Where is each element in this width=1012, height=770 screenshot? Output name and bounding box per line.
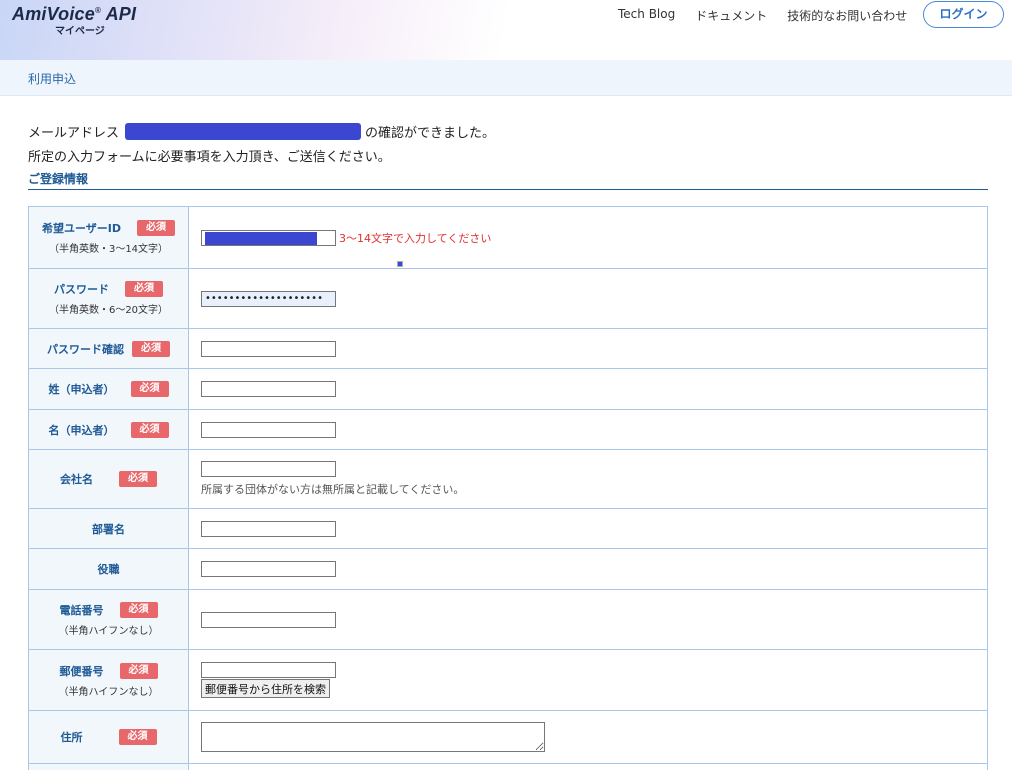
address-textarea[interactable] <box>201 722 545 752</box>
validation-marker <box>397 261 403 267</box>
phone-note: （半角ハイフンなし） <box>58 626 159 637</box>
postal-label: 郵便番号 <box>59 664 104 678</box>
password-confirm-label: パスワード確認 <box>47 342 124 356</box>
top-nav: Tech Blog ドキュメント 技術的なお問い合わせ <box>618 7 927 24</box>
postal-note: （半角ハイフンなし） <box>58 686 159 698</box>
nav-tech-contact[interactable]: 技術的なお問い合わせ <box>787 7 907 24</box>
row-first-name: 名（申込者） 必須 <box>29 410 987 450</box>
row-address: 住所 必須 <box>29 711 987 764</box>
row-password-confirm: パスワード確認 必須 <box>29 329 987 369</box>
password-confirm-input[interactable] <box>201 340 336 357</box>
required-badge: 必須 <box>119 602 158 618</box>
first-name-input[interactable] <box>201 421 336 438</box>
registration-form: 希望ユーザーID 必須 （半角英数・3〜14文字） 3〜14文字で入力してください… <box>28 206 988 770</box>
phone-input[interactable] <box>201 611 336 628</box>
user-id-error: 3〜14文字で入力してください <box>339 232 492 245</box>
company-input[interactable] <box>201 461 336 477</box>
first-name-label: 名（申込者） <box>48 423 115 437</box>
required-badge: 必須 <box>137 220 175 236</box>
row-last-name: 姓（申込者） 必須 <box>29 369 987 410</box>
password-note: （半角英数・6〜20文字） <box>48 305 169 316</box>
login-button[interactable]: ログイン <box>923 1 1004 28</box>
position-label: 役職 <box>97 563 120 576</box>
row-phone: 電話番号 必須 （半角ハイフンなし） <box>29 590 987 650</box>
redacted-email <box>125 123 362 140</box>
nav-documents[interactable]: ドキュメント <box>695 7 767 24</box>
required-badge: 必須 <box>125 281 163 297</box>
logo-subtitle: マイページ <box>55 26 105 37</box>
user-id-label: 希望ユーザーID <box>41 222 121 235</box>
nav-tech-blog[interactable]: Tech Blog <box>618 7 675 24</box>
form-instruction: 所定の入力フォームに必要事項を入力頂き、ご送信ください。 <box>28 150 391 165</box>
postal-search-button[interactable]: 郵便番号から住所を検索 <box>201 679 330 698</box>
required-badge: 必須 <box>119 471 157 487</box>
last-name-input[interactable] <box>201 381 336 397</box>
header: AmiVoice® API マイページ Tech Blog ドキュメント 技術的… <box>0 0 1012 60</box>
row-position: 役職 <box>29 549 987 590</box>
row-password: パスワード 必須 （半角英数・6〜20文字） <box>29 269 987 329</box>
last-name-label: 姓（申込者） <box>48 383 115 396</box>
company-label: 会社名 <box>60 473 93 486</box>
address-label: 住所 <box>60 731 83 744</box>
breadcrumb-bar: 利用申込 <box>0 60 1012 96</box>
email-confirm-message: メールアドレス の確認ができました。 <box>28 122 495 141</box>
required-badge: 必須 <box>130 421 169 438</box>
required-badge: 必須 <box>119 662 158 679</box>
row-company: 会社名 必須 所属する団体がない方は無所属と記載してください。 <box>29 450 987 509</box>
row-department: 部署名 <box>29 509 987 549</box>
section-title: ご登録情報 <box>28 170 988 190</box>
postal-input[interactable] <box>201 662 336 678</box>
password-label: パスワード <box>54 283 109 296</box>
user-id-note: （半角英数・3〜14文字） <box>48 244 169 255</box>
logo[interactable]: AmiVoice® API マイページ <box>12 4 136 37</box>
position-input[interactable] <box>201 561 336 577</box>
page-title: 利用申込 <box>28 72 77 86</box>
password-input[interactable] <box>201 290 336 307</box>
department-input[interactable] <box>201 520 336 537</box>
required-badge: 必須 <box>118 729 157 745</box>
company-hint: 所属する団体がない方は無所属と記載してください。 <box>201 483 465 496</box>
redacted-user-id <box>205 232 317 245</box>
row-user-id: 希望ユーザーID 必須 （半角英数・3〜14文字） 3〜14文字で入力してください <box>29 207 987 269</box>
required-badge: 必須 <box>130 381 169 397</box>
department-label: 部署名 <box>92 522 125 536</box>
row-postal: 郵便番号 必須 （半角ハイフンなし） 郵便番号から住所を検索 <box>29 650 987 711</box>
required-badge: 必須 <box>132 340 170 357</box>
row-next <box>29 764 987 770</box>
phone-label: 電話番号 <box>59 604 104 617</box>
